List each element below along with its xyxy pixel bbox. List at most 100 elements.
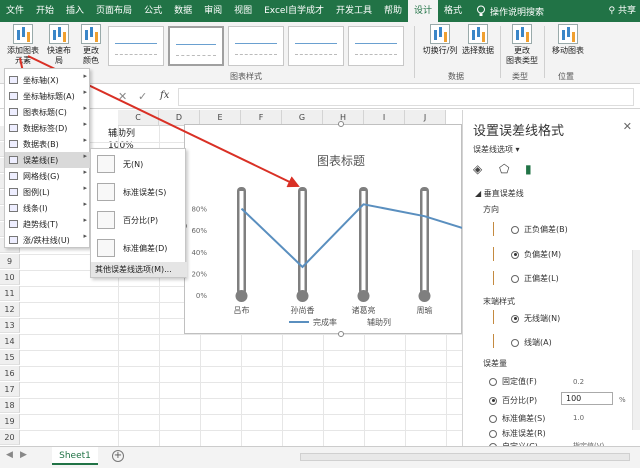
menu-item[interactable]: 数据表(B) ▸	[5, 136, 91, 152]
row-header[interactable]: 17	[0, 382, 20, 397]
percentage-input[interactable]: 100	[561, 392, 613, 405]
tab-format[interactable]: 格式	[438, 0, 468, 22]
amount-percentage[interactable]: 百分比(P)	[489, 395, 537, 406]
amount-standard-deviation[interactable]: 标准偏差(S)	[489, 413, 545, 424]
direction-both[interactable]: 正负偏差(B)	[511, 224, 568, 235]
tab-help[interactable]: 帮助	[378, 0, 408, 22]
share-button[interactable]: ⚲ 共享	[609, 0, 636, 22]
chart-title[interactable]: 图表标题	[317, 154, 365, 168]
menu-item[interactable]: 图例(L) ▸	[5, 184, 91, 200]
direction-label: 方向	[483, 205, 499, 214]
chevron-right-icon: ▸	[83, 72, 87, 80]
row-header[interactable]: 13	[0, 318, 20, 333]
confirm-icon[interactable]: ✓	[138, 90, 147, 103]
row-header[interactable]: 19	[0, 414, 20, 429]
fill-line-icon[interactable]: ◈	[473, 162, 487, 176]
tab-data[interactable]: 数据	[168, 0, 198, 22]
row-header[interactable]: 11	[0, 286, 20, 301]
change-chart-type-button[interactable]: 更改 图表类型	[504, 24, 540, 66]
row-header[interactable]: 9	[0, 254, 20, 269]
cancel-icon[interactable]: ✕	[118, 90, 127, 103]
menu-item[interactable]: 数据标签(D) ▸	[5, 120, 91, 136]
prev-sheet-icon[interactable]: ◀	[6, 450, 13, 460]
move-chart-button[interactable]: 移动图表	[548, 24, 588, 56]
tab-excel-self-learning[interactable]: Excel自学成才	[258, 0, 330, 22]
error-bar-options-dropdown[interactable]: 误差线选项 ▾	[473, 144, 520, 155]
bar-inner	[300, 191, 305, 291]
menu-item[interactable]: 坐标轴标题(A) ▸	[5, 88, 91, 104]
row-header[interactable]: 14	[0, 334, 20, 349]
radio-button	[489, 429, 497, 438]
switch-row-column-button[interactable]: 切换行/列	[420, 24, 460, 56]
menu-item[interactable]: 线条(I) ▸	[5, 200, 91, 216]
row-header[interactable]: 20	[0, 430, 20, 445]
menu-item[interactable]: 误差线(E) ▸	[5, 152, 91, 168]
next-sheet-icon[interactable]: ▶	[20, 450, 27, 460]
chart-style-3[interactable]	[228, 26, 284, 66]
pane-scrollbar[interactable]	[632, 250, 640, 430]
chart-style-5[interactable]	[348, 26, 404, 66]
row-header[interactable]: 10	[0, 270, 20, 285]
amount-fixed[interactable]: 固定值(F)	[489, 376, 537, 387]
menu-item[interactable]: 坐标轴(X) ▸	[5, 72, 91, 88]
select-data-button[interactable]: 选择数据	[460, 24, 496, 56]
row-header[interactable]: 16	[0, 366, 20, 381]
amount-standard-deviation-label: 标准偏差(S)	[502, 414, 546, 423]
error-bars-percentage-label: 百分比(P)	[123, 215, 159, 225]
chart-style-4[interactable]	[288, 26, 344, 66]
cell-header-helper[interactable]: 辅助列	[108, 126, 135, 139]
column-header[interactable]: C	[118, 110, 159, 126]
more-error-bar-options[interactable]: 其他误差线选项(M)...	[91, 262, 187, 277]
insert-function-icon[interactable]: fx	[160, 90, 169, 101]
effects-icon[interactable]: ⬠	[499, 162, 513, 176]
add-chart-element-button[interactable]: 添加图表 元素	[2, 24, 44, 66]
quick-layout-button[interactable]: 快速布局	[44, 24, 74, 66]
chart-style-1[interactable]	[108, 26, 164, 66]
vertical-error-bars-section[interactable]: ◢ 垂直误差线	[475, 188, 524, 199]
formula-input[interactable]	[178, 88, 634, 106]
menu-item[interactable]: 涨/跌柱线(U) ▸	[5, 232, 91, 248]
percentage-icon	[97, 211, 115, 229]
end-style-no-cap[interactable]: 无线端(N)	[511, 313, 560, 324]
format-error-bars-pane: 设置误差线格式 ✕ 误差线选项 ▾ ◈ ⬠ ▮ ◢ 垂直误差线 方向 正负偏差(…	[462, 110, 640, 451]
tell-me-search[interactable]: 操作说明搜索	[476, 5, 544, 18]
error-bars-standard-deviation[interactable]: 标准偏差(D)	[91, 235, 187, 261]
sheet-tab-bar: ◀ ▶ Sheet1 +	[0, 446, 640, 468]
error-bars-standard-error[interactable]: 标准误差(S)	[91, 179, 187, 205]
row-header[interactable]: 18	[0, 398, 20, 413]
row-header[interactable]: 15	[0, 350, 20, 365]
tab-file[interactable]: 文件	[0, 0, 30, 22]
menu-item-label: 趋势线(T)	[23, 219, 59, 229]
tab-review[interactable]: 审阅	[198, 0, 228, 22]
change-colors-button[interactable]: 更改 颜色	[76, 24, 106, 66]
tab-home[interactable]: 开始	[30, 0, 60, 22]
change-chart-type-label-1: 更改	[514, 46, 530, 55]
amount-standard-error[interactable]: 标准误差(R)	[489, 428, 546, 439]
amount-fixed-label: 固定值(F)	[502, 377, 537, 386]
chart-area[interactable]: 图表标题 0% 20% 40% 60% 80% 吕布 孙尚香 诸葛亮 周瑜 完成率 辅助列	[181, 121, 464, 337]
end-style-cap[interactable]: 线端(A)	[511, 337, 552, 348]
error-bars-none[interactable]: 无(N)	[91, 151, 187, 177]
chart-style-2[interactable]	[168, 26, 224, 66]
menu-item[interactable]: 趋势线(T) ▸	[5, 216, 91, 232]
line-completion-rate[interactable]	[240, 203, 464, 269]
bar-chart-icon[interactable]: ▮	[525, 162, 539, 176]
tab-design[interactable]: 设计	[408, 0, 439, 22]
close-icon[interactable]: ✕	[623, 120, 632, 133]
tab-formulas[interactable]: 公式	[138, 0, 168, 22]
add-sheet-button[interactable]: +	[112, 450, 124, 462]
x-tick-label: 周瑜	[417, 305, 433, 315]
menu-item[interactable]: 网格线(G) ▸	[5, 168, 91, 184]
error-bars-percentage[interactable]: 百分比(P)	[91, 207, 187, 233]
tab-page-layout[interactable]: 页面布局	[90, 0, 138, 22]
horizontal-scrollbar[interactable]	[300, 453, 630, 461]
direction-plus[interactable]: 正偏差(L)	[511, 273, 559, 284]
tab-insert[interactable]: 插入	[60, 0, 90, 22]
menu-item[interactable]: 图表标题(C) ▸	[5, 104, 91, 120]
row-header[interactable]: 12	[0, 302, 20, 317]
tab-developer[interactable]: 开发工具	[330, 0, 378, 22]
direction-minus[interactable]: 负偏差(M)	[511, 249, 561, 260]
add-chart-element-label-1: 添加图表	[7, 46, 39, 55]
sheet-tab-sheet1[interactable]: Sheet1	[52, 447, 98, 465]
tab-view[interactable]: 视图	[228, 0, 258, 22]
